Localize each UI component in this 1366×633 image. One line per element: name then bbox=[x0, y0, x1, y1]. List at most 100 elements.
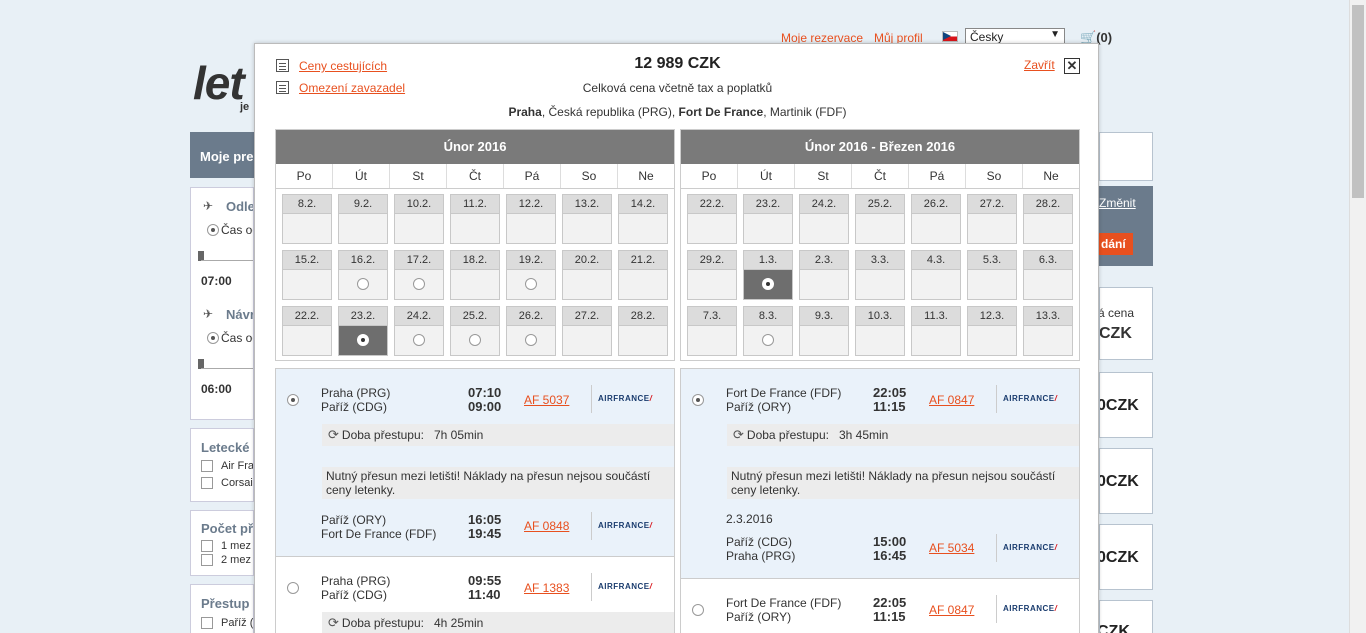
calendar-day-body bbox=[744, 270, 792, 299]
flight-number-link[interactable]: AF 0847 bbox=[929, 393, 974, 407]
route-line: Praha, Česká republika (PRG), Fort De Fr… bbox=[255, 105, 1100, 119]
price-box-4[interactable]: CZK bbox=[1099, 600, 1153, 633]
calendar-day-label: 25.2. bbox=[451, 307, 499, 326]
weekday: So bbox=[966, 164, 1023, 188]
return-flight-list: Fort De France (FDF) Paříž (ORY) 22:05 1… bbox=[680, 368, 1080, 633]
calendar-day-radio[interactable] bbox=[357, 278, 369, 290]
calendar-day[interactable]: 1.3. bbox=[743, 250, 793, 300]
calendar-day-body bbox=[800, 326, 848, 355]
calendar-day-radio[interactable] bbox=[469, 334, 481, 346]
calendar-day-label: 9.3. bbox=[800, 307, 848, 326]
outbound-option-2-radio[interactable] bbox=[287, 582, 299, 594]
calendar-day-radio[interactable] bbox=[525, 278, 537, 290]
price-box-2[interactable]: 0CZK bbox=[1099, 448, 1153, 514]
flight-number-link[interactable]: AF 0848 bbox=[524, 519, 569, 533]
airfrance-logo: AIRFRANCE/ bbox=[996, 534, 1057, 562]
price-box-3[interactable]: 0CZK bbox=[1099, 524, 1153, 590]
airline-2-checkbox[interactable] bbox=[201, 477, 213, 489]
transfer-1-label: Paříž ( bbox=[221, 617, 254, 629]
segment-to: Paříž (ORY) bbox=[726, 610, 792, 624]
calendar-day-label: 16.2. bbox=[339, 251, 387, 270]
calendar-day[interactable]: 26.2. bbox=[506, 306, 556, 356]
calendar-day[interactable]: 23.2. bbox=[338, 306, 388, 356]
calendar-day-radio[interactable] bbox=[357, 334, 369, 346]
calendar-day-body bbox=[563, 214, 611, 243]
calendar-day-label: 28.2. bbox=[1024, 195, 1072, 214]
calendar-day-body bbox=[800, 270, 848, 299]
outbound-flight-list: Praha (PRG) Paříž (CDG) 07:10 09:00 AF 5… bbox=[275, 368, 675, 633]
calendar-day[interactable]: 17.2. bbox=[394, 250, 444, 300]
departure-time: 22:05 bbox=[873, 595, 907, 610]
calendar-day: 21.2. bbox=[618, 250, 668, 300]
calendar-day[interactable]: 25.2. bbox=[450, 306, 500, 356]
calendar-day-body bbox=[563, 270, 611, 299]
weekday: Út bbox=[738, 164, 795, 188]
outbound-option-1[interactable]: Praha (PRG) Paříž (CDG) 07:10 09:00 AF 5… bbox=[276, 369, 674, 556]
calendar-day-radio[interactable] bbox=[413, 278, 425, 290]
order-button[interactable]: dání bbox=[1099, 233, 1133, 255]
calendar-day: 27.2. bbox=[967, 194, 1017, 244]
calendar-day-body bbox=[451, 270, 499, 299]
transfer-1-checkbox[interactable] bbox=[201, 617, 213, 629]
calendar-day-radio[interactable] bbox=[525, 334, 537, 346]
close-link[interactable]: Zavřít bbox=[1024, 58, 1055, 72]
calendar-day: 22.2. bbox=[687, 194, 737, 244]
outbound-time-radio[interactable] bbox=[207, 224, 219, 236]
calendar-day: 13.3. bbox=[1023, 306, 1073, 356]
outbound-time-value: 07:00 bbox=[201, 274, 232, 288]
outbound-option-1-radio[interactable] bbox=[287, 394, 299, 406]
transfer-filter-box: Přestup Paříž ( bbox=[190, 584, 254, 633]
flight-number-link[interactable]: AF 0847 bbox=[929, 603, 974, 617]
calendar-day-body bbox=[856, 270, 904, 299]
weekday: Po bbox=[681, 164, 738, 188]
calendar-day-body bbox=[968, 326, 1016, 355]
calendar-day-radio[interactable] bbox=[762, 334, 774, 346]
weekday: Ne bbox=[638, 169, 654, 183]
calendar-day-label: 11.2. bbox=[451, 195, 499, 214]
outbound-slider-track[interactable] bbox=[201, 260, 253, 261]
return-option-2[interactable]: Fort De France (FDF) Paříž (ORY) 22:05 1… bbox=[681, 579, 1079, 633]
calendar-day[interactable]: 24.2. bbox=[394, 306, 444, 356]
calendar-day-body bbox=[619, 214, 667, 243]
arrival-time: 11:15 bbox=[873, 609, 906, 624]
airfrance-logo: AIRFRANCE/ bbox=[591, 385, 652, 413]
logo[interactable]: let bbox=[193, 56, 245, 110]
page-scrollbar[interactable] bbox=[1349, 0, 1366, 633]
stops-filter-box: Počet př 1 mez 2 mez bbox=[190, 510, 254, 576]
calendar-day-label: 26.2. bbox=[912, 195, 960, 214]
total-price-box: á cena CZK bbox=[1099, 287, 1153, 360]
flight-number-link[interactable]: AF 1383 bbox=[524, 581, 569, 595]
transfer-time: 4h 25min bbox=[433, 616, 484, 630]
calendar-day-label: 17.2. bbox=[395, 251, 443, 270]
return-option-1[interactable]: Fort De France (FDF) Paříž (ORY) 22:05 1… bbox=[681, 369, 1079, 578]
calendar-day-body bbox=[619, 326, 667, 355]
calendar-day-radio[interactable] bbox=[762, 278, 774, 290]
change-link[interactable]: Změnit bbox=[1099, 196, 1136, 210]
calendar-day[interactable]: 8.3. bbox=[743, 306, 793, 356]
stop-1-label: 1 mez bbox=[221, 540, 251, 552]
calendar-day-label: 4.3. bbox=[912, 251, 960, 270]
calendar-day: 29.2. bbox=[687, 250, 737, 300]
return-time-radio[interactable] bbox=[207, 332, 219, 344]
return-option-1-radio[interactable] bbox=[692, 394, 704, 406]
flight-number-link[interactable]: AF 5037 bbox=[524, 393, 569, 407]
return-calendar: Únor 2016 - Březen 2016 Po Út St Čt Pá S… bbox=[680, 129, 1080, 361]
airline-1-checkbox[interactable] bbox=[201, 460, 213, 472]
calendar-day-body bbox=[912, 214, 960, 243]
calendar-day-radio[interactable] bbox=[413, 334, 425, 346]
total-price: 12 989 CZK bbox=[634, 55, 721, 72]
scrollbar-thumb[interactable] bbox=[1352, 5, 1364, 198]
stop-1-checkbox[interactable] bbox=[201, 540, 213, 552]
flight-number-link[interactable]: AF 5034 bbox=[929, 541, 974, 555]
outbound-option-2[interactable]: Praha (PRG) Paříž (CDG) 09:55 11:40 AF 1… bbox=[276, 557, 674, 633]
calendar-day-body bbox=[395, 214, 443, 243]
calendar-day-body bbox=[563, 326, 611, 355]
return-option-2-radio[interactable] bbox=[692, 604, 704, 616]
transfer-icon: ⟳ bbox=[733, 427, 744, 442]
calendar-day[interactable]: 19.2. bbox=[506, 250, 556, 300]
close-icon[interactable]: ✕ bbox=[1064, 58, 1080, 74]
price-box-1[interactable]: 0CZK bbox=[1099, 372, 1153, 438]
stop-2-checkbox[interactable] bbox=[201, 554, 213, 566]
return-slider-track[interactable] bbox=[201, 368, 253, 369]
calendar-day[interactable]: 16.2. bbox=[338, 250, 388, 300]
